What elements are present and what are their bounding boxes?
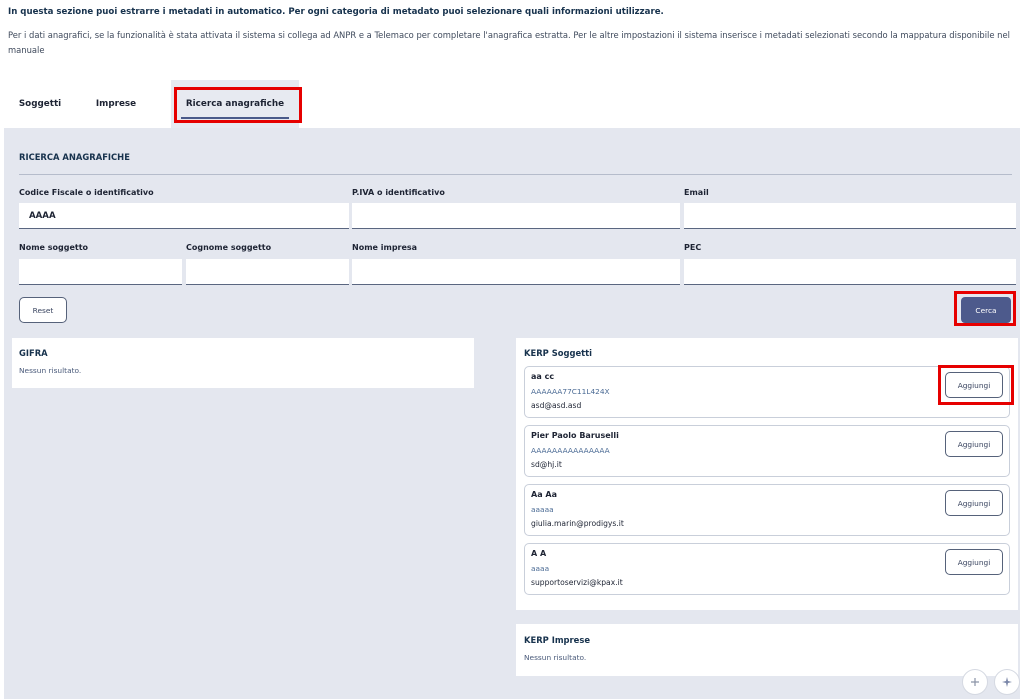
codice-fiscale-input[interactable] bbox=[19, 203, 349, 229]
pec-input[interactable] bbox=[684, 259, 1016, 285]
result-id: aaaaa bbox=[531, 505, 554, 514]
cerca-button[interactable]: Cerca bbox=[961, 297, 1011, 323]
section-divider bbox=[19, 174, 1012, 175]
list-item: A A aaaa supportoservizi@kpax.it Aggiung… bbox=[524, 543, 1010, 595]
active-tab-indicator bbox=[181, 117, 289, 119]
gifra-card: GIFRA Nessun risultato. bbox=[12, 338, 474, 388]
piva-input[interactable] bbox=[352, 203, 680, 229]
email-input[interactable] bbox=[684, 203, 1016, 229]
codice-fiscale-label: Codice Fiscale o identificativo bbox=[19, 188, 154, 197]
tab-imprese[interactable]: Imprese bbox=[88, 80, 144, 128]
nome-impresa-label: Nome impresa bbox=[352, 243, 418, 252]
kerp-imprese-card: KERP Imprese Nessun risultato. bbox=[516, 624, 1018, 676]
result-email: giulia.marin@prodigys.it bbox=[531, 519, 624, 528]
result-name: Aa Aa bbox=[531, 490, 557, 499]
result-name: Pier Paolo Baruselli bbox=[531, 431, 619, 440]
nome-impresa-input[interactable] bbox=[352, 259, 680, 285]
search-panel: RICERCA ANAGRAFICHE Codice Fiscale o ide… bbox=[4, 128, 1020, 699]
cognome-soggetto-label: Cognome soggetto bbox=[186, 243, 272, 252]
cognome-soggetto-input[interactable] bbox=[186, 259, 349, 285]
list-item: Aa Aa aaaaa giulia.marin@prodigys.it Agg… bbox=[524, 484, 1010, 536]
pec-label: PEC bbox=[684, 243, 702, 252]
kerp-soggetti-card: KERP Soggetti aa cc AAAAAA77C11L424X asd… bbox=[516, 338, 1018, 610]
sparkle-icon[interactable] bbox=[994, 669, 1020, 695]
list-item: Pier Paolo Baruselli AAAAAAAAAAAAAAA sd@… bbox=[524, 425, 1010, 477]
aggiungi-button[interactable]: Aggiungi bbox=[945, 490, 1003, 516]
section-title: RICERCA ANAGRAFICHE bbox=[19, 152, 130, 162]
aggiungi-button[interactable]: Aggiungi bbox=[945, 549, 1003, 575]
intro-heading: In questa sezione puoi estrarre i metada… bbox=[8, 7, 664, 17]
aggiungi-button[interactable]: Aggiungi bbox=[945, 431, 1003, 457]
gifra-empty-message: Nessun risultato. bbox=[19, 366, 82, 375]
kerp-imprese-title: KERP Imprese bbox=[524, 635, 591, 645]
result-id: AAAAAAAAAAAAAAA bbox=[531, 446, 610, 455]
list-item: aa cc AAAAAA77C11L424X asd@asd.asd Aggiu… bbox=[524, 366, 1010, 418]
nome-soggetto-input[interactable] bbox=[19, 259, 182, 285]
plus-icon[interactable] bbox=[962, 669, 988, 695]
result-id: AAAAAA77C11L424X bbox=[531, 387, 610, 396]
result-email: supportoservizi@kpax.it bbox=[531, 578, 623, 587]
gifra-title: GIFRA bbox=[19, 348, 48, 358]
tab-soggetti[interactable]: Soggetti bbox=[12, 80, 68, 128]
result-id: aaaa bbox=[531, 564, 550, 573]
email-label: Email bbox=[684, 188, 709, 197]
intro-description: Per i dati anagrafici, se la funzionalit… bbox=[8, 30, 1010, 55]
piva-label: P.IVA o identificativo bbox=[352, 188, 445, 197]
nome-soggetto-label: Nome soggetto bbox=[19, 243, 89, 252]
tab-bar: Soggetti Imprese Ricerca anagrafiche bbox=[8, 80, 1018, 128]
kerp-imprese-empty-message: Nessun risultato. bbox=[524, 653, 587, 662]
result-name: A A bbox=[531, 549, 547, 558]
result-name: aa cc bbox=[531, 372, 555, 381]
tab-ricerca-anagrafiche[interactable]: Ricerca anagrafiche bbox=[171, 80, 299, 128]
aggiungi-button[interactable]: Aggiungi bbox=[945, 372, 1003, 398]
result-email: asd@asd.asd bbox=[531, 401, 582, 410]
reset-button[interactable]: Reset bbox=[19, 297, 67, 323]
kerp-soggetti-title: KERP Soggetti bbox=[524, 348, 593, 358]
result-email: sd@hj.it bbox=[531, 460, 562, 469]
